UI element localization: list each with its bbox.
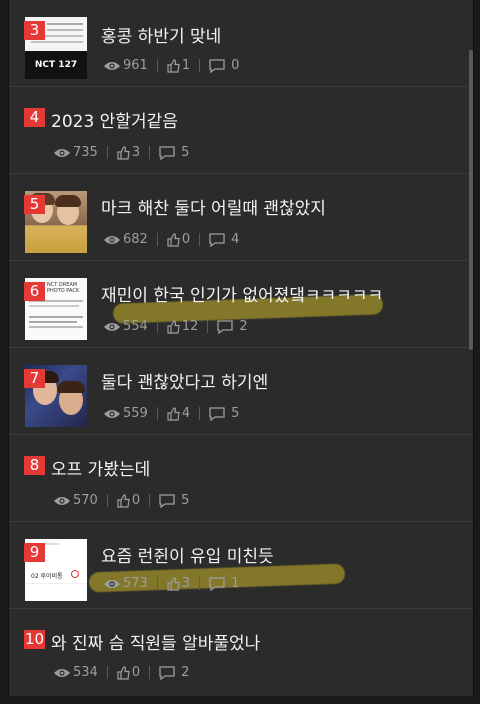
rank-badge: 8 xyxy=(24,456,45,475)
list-item[interactable]: 6 NCT DREAM PHOTO PACK 재민이 한국 인기가 없어졌댘ㅋㅋ… xyxy=(9,261,473,348)
comment-count: 2 xyxy=(239,319,248,334)
like-count: 0 xyxy=(131,665,141,680)
comment-count: 1 xyxy=(231,576,240,591)
comment-icon xyxy=(209,232,225,247)
thumbnail-caption: 02 루이비통 xyxy=(31,573,63,580)
rank-badge: 4 xyxy=(24,108,45,127)
eye-icon xyxy=(104,409,120,418)
list-item[interactable]: 3 NCT 127 홍콩 하반기 맞네 961 1 0 xyxy=(9,0,473,87)
rank-badge: 9 xyxy=(24,543,45,562)
like-count: 12 xyxy=(181,319,199,334)
eye-icon xyxy=(54,148,70,157)
view-count: 735 xyxy=(73,145,98,160)
thumbs-up-icon xyxy=(117,665,130,680)
post-title[interactable]: 와 진짜 슴 직원들 알바풀었나 xyxy=(51,629,260,654)
comment-count: 5 xyxy=(181,493,190,508)
post-stats: 534 0 2 xyxy=(53,665,189,680)
thumbs-up-icon xyxy=(167,576,180,591)
comment-icon xyxy=(217,319,234,334)
list-item[interactable]: 9 02 루이비통 요즘 런쥔이 유입 미친듯 573 3 1 xyxy=(9,522,473,609)
post-stats: 559 4 5 xyxy=(103,406,239,421)
thumbs-up-icon xyxy=(117,493,130,508)
rank-badge: 6 xyxy=(24,282,45,301)
thumbs-up-icon xyxy=(167,232,180,247)
post-title[interactable]: 재민이 한국 인기가 없어졌댘ㅋㅋㅋㅋㅋ xyxy=(101,281,383,306)
view-count: 573 xyxy=(123,576,148,591)
like-count: 3 xyxy=(181,576,191,591)
eye-icon xyxy=(54,496,70,505)
list-item[interactable]: 7 둘다 괜찮았다고 하기엔 559 4 5 xyxy=(9,348,473,435)
view-count: 534 xyxy=(73,665,98,680)
comment-icon xyxy=(159,493,175,508)
post-stats: 573 3 1 xyxy=(103,576,239,591)
eye-icon xyxy=(54,668,70,677)
list-item[interactable]: 5 마크 해찬 둘다 어릴때 괜찮았지 682 0 4 xyxy=(9,174,473,261)
eye-icon xyxy=(104,61,120,70)
view-count: 961 xyxy=(123,58,148,73)
post-title[interactable]: 오프 가봤는데 xyxy=(51,455,150,480)
post-stats: 682 0 4 xyxy=(103,232,239,247)
comment-icon xyxy=(209,576,225,591)
list-item[interactable]: 10 와 진짜 슴 직원들 알바풀었나 534 0 2 xyxy=(9,609,473,695)
eye-icon xyxy=(104,235,120,244)
thumbs-up-icon xyxy=(167,319,180,334)
comment-icon xyxy=(209,58,225,73)
post-title[interactable]: 둘다 괜찮았다고 하기엔 xyxy=(101,368,268,393)
like-count: 0 xyxy=(181,232,191,247)
comment-count: 0 xyxy=(231,58,240,73)
comment-count: 5 xyxy=(231,406,240,421)
list-item[interactable]: 4 2023 안할거같음 735 3 5 xyxy=(9,87,473,174)
rank-badge: 10 xyxy=(24,630,46,649)
scrollbar[interactable] xyxy=(469,50,473,350)
post-list: 3 NCT 127 홍콩 하반기 맞네 961 1 0 4 2023 안할거같음… xyxy=(8,0,474,696)
view-count: 554 xyxy=(123,319,148,334)
comment-icon xyxy=(159,665,175,680)
post-stats: 735 3 5 xyxy=(53,145,189,160)
post-title[interactable]: 2023 안할거같음 xyxy=(51,107,178,132)
eye-icon xyxy=(104,579,120,588)
comment-count: 5 xyxy=(181,145,190,160)
view-count: 559 xyxy=(123,406,148,421)
post-stats: 554 12 2 xyxy=(103,319,248,334)
post-title[interactable]: 홍콩 하반기 맞네 xyxy=(101,22,221,47)
rank-badge: 7 xyxy=(24,369,45,388)
comment-icon xyxy=(159,145,175,160)
like-count: 3 xyxy=(131,145,141,160)
rank-badge: 5 xyxy=(24,195,45,214)
thumbs-up-icon xyxy=(167,406,180,421)
thumbs-up-icon xyxy=(117,145,130,160)
rank-badge: 3 xyxy=(24,21,45,40)
thumbnail-logo: NCT 127 xyxy=(25,51,87,79)
comment-count: 4 xyxy=(231,232,240,247)
comment-count: 2 xyxy=(181,665,190,680)
thumbnail-caption: NCT DREAM PHOTO PACK xyxy=(47,282,80,294)
eye-icon xyxy=(104,322,120,331)
comment-icon xyxy=(209,406,225,421)
like-count: 4 xyxy=(181,406,191,421)
view-count: 682 xyxy=(123,232,148,247)
view-count: 570 xyxy=(73,493,98,508)
list-item[interactable]: 8 오프 가봤는데 570 0 5 xyxy=(9,435,473,522)
post-stats: 570 0 5 xyxy=(53,493,189,508)
thumbs-up-icon xyxy=(167,58,180,73)
like-count: 1 xyxy=(181,58,191,73)
post-title[interactable]: 요즘 런쥔이 유입 미친듯 xyxy=(101,542,274,567)
post-title[interactable]: 마크 해찬 둘다 어릴때 괜찮았지 xyxy=(101,194,326,219)
like-count: 0 xyxy=(131,493,141,508)
post-stats: 961 1 0 xyxy=(103,58,239,73)
